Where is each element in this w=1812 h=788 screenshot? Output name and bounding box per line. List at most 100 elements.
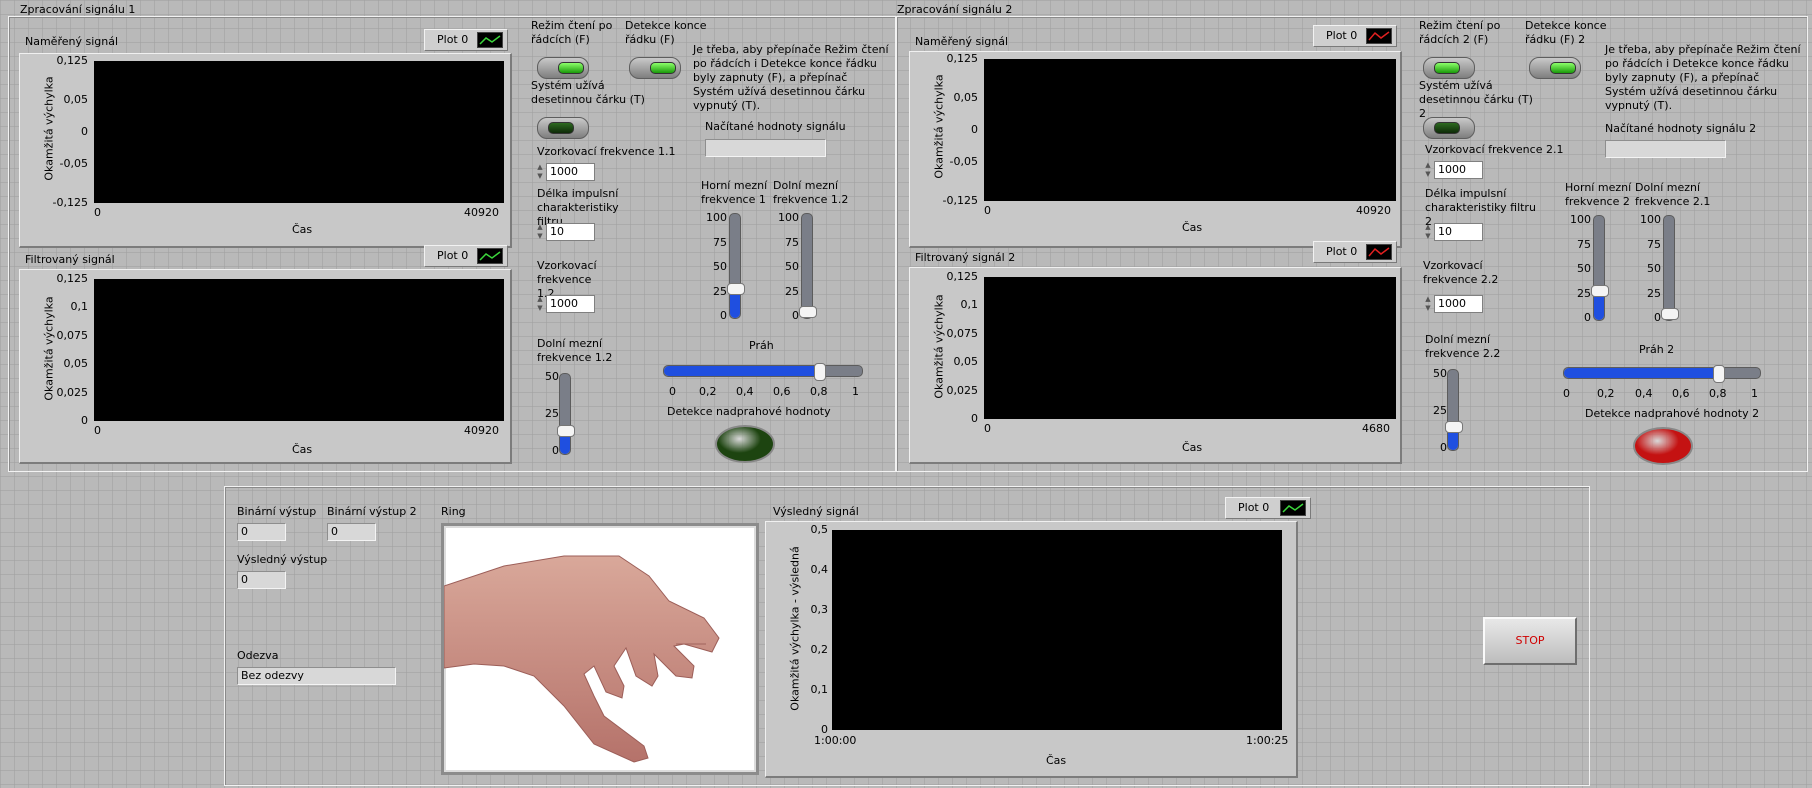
filter-length-control[interactable]: ▲ ▼ 10 [1423, 223, 1483, 241]
sampling-freq2-label: Vzorkovací frekvence 2.2 [1423, 259, 1499, 286]
x-tick-min: 0 [94, 206, 101, 219]
sampling-freq2-input[interactable]: 1000 [1434, 295, 1483, 313]
slider-tick: 25 [545, 407, 559, 420]
plot-area[interactable] [984, 59, 1396, 201]
slider-thumb[interactable] [557, 425, 575, 438]
slider-tick: 0 [720, 309, 727, 322]
spinner-icon[interactable]: ▲ ▼ [535, 295, 545, 313]
signal2-cluster: Naměřený signál Plot 0 Okamžitá výchylka… [896, 16, 1808, 472]
sampling-freq2-control[interactable]: ▲ ▼ 1000 [1423, 295, 1483, 313]
line-plot-icon [477, 248, 503, 264]
measured-graph-label: Naměřený signál [915, 35, 1009, 48]
y-tick: 0,05 [953, 355, 979, 368]
sampling-freq-input[interactable]: 1000 [1434, 161, 1483, 179]
slider-thumb[interactable] [1591, 284, 1609, 297]
slider-tick: 25 [1577, 287, 1591, 300]
filter-length-input[interactable]: 10 [1434, 223, 1483, 241]
result-graph-label: Výsledný signál [773, 505, 859, 518]
y-tick: -0,125 [52, 196, 88, 209]
low-cutoff-slider[interactable] [557, 373, 575, 455]
sampling-freq-control[interactable]: ▲ ▼ 1000 [1423, 161, 1483, 179]
eol-detection-toggle[interactable] [1529, 57, 1581, 79]
read-values-indicator [1605, 140, 1726, 158]
low-cutoff-slider[interactable] [1445, 369, 1463, 451]
stop-button[interactable]: STOP [1483, 617, 1577, 665]
binary-output2-indicator: 0 [327, 523, 376, 541]
slider-thumb[interactable] [814, 363, 827, 381]
sampling-freq-control[interactable]: ▲ ▼ 1000 [535, 163, 595, 181]
spinner-icon[interactable]: ▲ ▼ [1423, 295, 1433, 313]
plot-area[interactable] [94, 61, 504, 203]
spinner-icon[interactable]: ▲ ▼ [1423, 223, 1433, 241]
plot-legend[interactable]: Plot 0 [424, 29, 508, 51]
slider-tick: 0 [552, 444, 559, 457]
ring-label: Ring [441, 505, 466, 518]
y-tick: 0,05 [63, 357, 89, 370]
eol-detection-toggle[interactable] [629, 57, 681, 79]
lower-cutoff-slider[interactable] [1661, 215, 1679, 321]
line-mode-label: Režim čtení po řádcích 2 (F) [1419, 19, 1501, 46]
threshold-slider[interactable] [1563, 365, 1761, 383]
slider-tick: 50 [1433, 367, 1447, 380]
slider-tick: 25 [1433, 404, 1447, 417]
slider-tick: 100 [1570, 213, 1591, 226]
line-mode-toggle[interactable] [537, 57, 589, 79]
slider-thumb[interactable] [799, 306, 817, 318]
slider-tick: 0 [1563, 387, 1570, 400]
y-tick: 0,2 [810, 643, 829, 656]
slider-tick: 75 [1647, 238, 1661, 251]
plot-legend[interactable]: Plot 0 [1225, 497, 1311, 519]
decimal-comma-toggle[interactable] [1423, 117, 1475, 139]
plot-legend[interactable]: Plot 0 [424, 245, 508, 267]
slider-thumb[interactable] [1445, 421, 1463, 434]
slider-tick: 0 [1584, 311, 1591, 324]
plot-area[interactable] [832, 530, 1282, 730]
sampling-freq2-control[interactable]: ▲ ▼ 1000 [535, 295, 595, 313]
line-plot-icon [1366, 244, 1392, 260]
spinner-icon[interactable]: ▲ ▼ [1423, 161, 1433, 179]
decimal-comma-toggle[interactable] [537, 117, 589, 139]
measured-signal-graph[interactable]: Okamžitá výchylka 0,125 0,05 0 -0,05 -0,… [909, 51, 1402, 248]
plot-area[interactable] [984, 277, 1396, 419]
lower-cutoff-label: Dolní mezní frekvence 2.1 [1635, 181, 1711, 208]
x-tick-min: 0 [94, 424, 101, 437]
upper-cutoff-slider[interactable] [727, 213, 745, 319]
filtered-signal-graph[interactable]: Okamžitá výchylka 0,125 0,1 0,075 0,05 0… [19, 269, 512, 464]
slider-thumb[interactable] [727, 282, 745, 295]
spinner-icon[interactable]: ▲ ▼ [535, 163, 545, 181]
lower-cutoff-slider[interactable] [799, 213, 817, 319]
upper-cutoff-slider[interactable] [1591, 215, 1609, 321]
y-tick: -0,125 [942, 194, 978, 207]
filtered-signal-graph[interactable]: Okamžitá výchylka 0,125 0,1 0,075 0,05 0… [909, 267, 1402, 464]
plot-legend[interactable]: Plot 0 [1313, 241, 1397, 263]
y-tick: 0,4 [810, 563, 829, 576]
line-mode-toggle[interactable] [1423, 57, 1475, 79]
sampling-freq-input[interactable]: 1000 [546, 163, 595, 181]
ring-picture[interactable] [441, 523, 759, 775]
threshold-slider[interactable] [663, 363, 863, 381]
y-tick: 0 [81, 414, 88, 427]
x-tick-min: 1:00:00 [814, 734, 857, 747]
line-plot-icon [1366, 28, 1392, 44]
slider-tick: 0 [1440, 441, 1447, 454]
filter-length-input[interactable]: 10 [546, 223, 595, 241]
binary-output-label: Binární výstup [237, 505, 317, 518]
x-tick-max: 40920 [464, 424, 499, 437]
x-tick-min: 0 [984, 422, 991, 435]
cluster2-title: Zpracování signálu 2 [897, 3, 1013, 16]
spinner-icon[interactable]: ▲ ▼ [535, 223, 545, 241]
slider-thumb[interactable] [1661, 308, 1679, 320]
y-tick: 0,3 [810, 603, 829, 616]
plot-area[interactable] [94, 279, 504, 421]
slider-thumb[interactable] [1712, 365, 1725, 383]
y-tick: 0,1 [960, 298, 979, 311]
plot-legend[interactable]: Plot 0 [1313, 25, 1397, 47]
filter-length-control[interactable]: ▲ ▼ 10 [535, 223, 595, 241]
slider-tick: 0,4 [1635, 387, 1653, 400]
measured-signal-graph[interactable]: Okamžitá výchylka 0,125 0,05 0 -0,05 -0,… [19, 53, 512, 248]
cluster1-title: Zpracování signálu 1 [20, 3, 136, 16]
result-signal-graph[interactable]: Okamžitá výchylka - výsledná 0,5 0,4 0,3… [765, 521, 1298, 778]
slider-tick: 100 [778, 211, 799, 224]
slider-tick: 0,8 [810, 385, 828, 398]
sampling-freq2-input[interactable]: 1000 [546, 295, 595, 313]
